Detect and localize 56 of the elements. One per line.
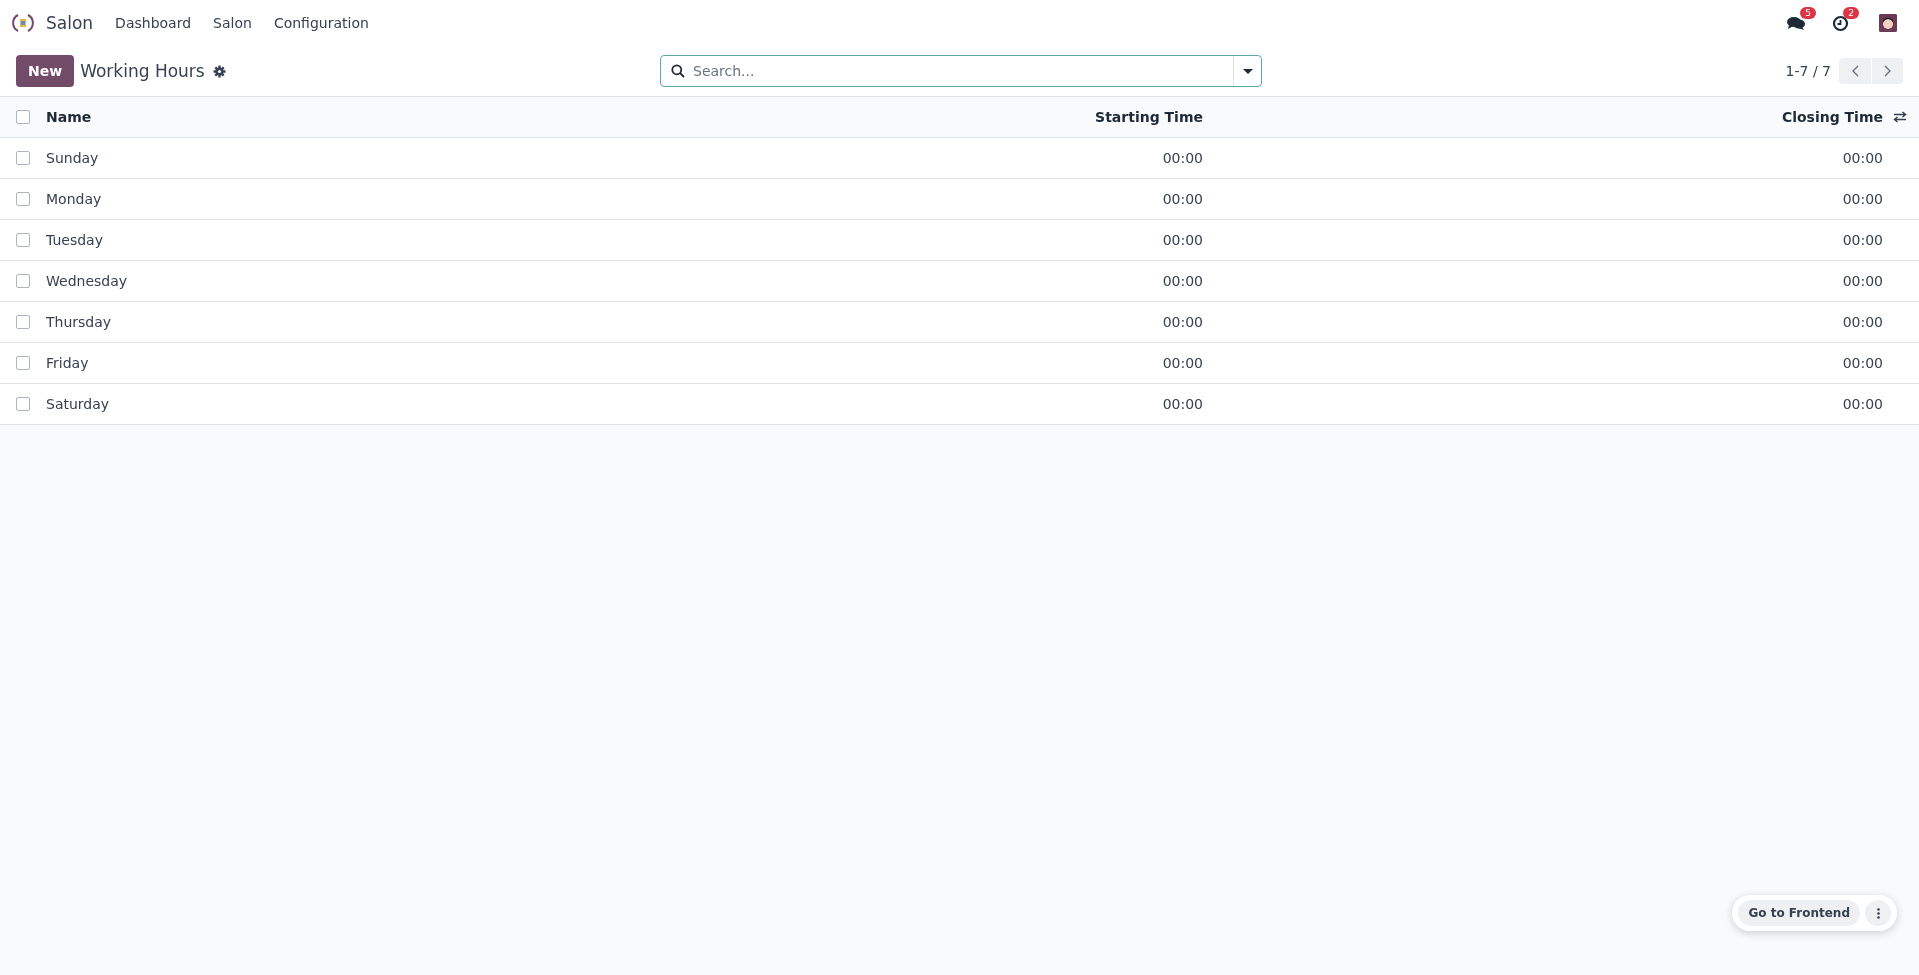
row-checkbox[interactable] xyxy=(16,397,30,411)
row-checkbox[interactable] xyxy=(16,315,30,329)
table-cell-text: 00:00 xyxy=(1841,150,1883,166)
menu-item[interactable]: Salon xyxy=(213,15,252,31)
app-logo-icon[interactable] xyxy=(12,12,34,34)
menu-item[interactable]: Dashboard xyxy=(115,15,192,31)
search-field[interactable]: Search... xyxy=(660,55,1262,87)
table-cell-text: 00:00 xyxy=(1841,191,1883,207)
table-cell-text: 00:00 xyxy=(1841,232,1883,248)
settings-icon[interactable] xyxy=(212,64,226,78)
chat-icon[interactable] xyxy=(1786,15,1806,31)
new-button[interactable]: New xyxy=(16,55,75,87)
column-settings-icon[interactable] xyxy=(1893,111,1907,123)
table-cell-text: 00:00 xyxy=(1161,232,1203,248)
menu-item[interactable]: Configuration xyxy=(273,15,369,31)
table-cell[interactable]: Tuesday xyxy=(46,232,457,248)
table-cell-text: 00:00 xyxy=(1161,396,1203,412)
table-cell[interactable]: Thursday xyxy=(46,314,457,330)
column-header[interactable]: Closing Time xyxy=(1203,109,1883,125)
table-cell-text: 00:00 xyxy=(1161,150,1203,166)
chevron-right-icon xyxy=(1884,65,1891,77)
app-name[interactable]: Salon xyxy=(46,13,94,33)
pager-value[interactable]: 1-7 / 7 xyxy=(1785,63,1831,79)
table-cell[interactable]: Wednesday xyxy=(46,273,457,289)
chevron-left-icon xyxy=(1851,65,1859,77)
caret-icon xyxy=(1242,68,1253,74)
table-cell[interactable]: Monday xyxy=(46,191,457,207)
column-header[interactable]: Starting Time xyxy=(457,109,1203,125)
table-cell-text: 00:00 xyxy=(1161,273,1203,289)
table-cell-text: 00:00 xyxy=(1841,355,1883,371)
table-cell-text: 00:00 xyxy=(1161,191,1203,207)
table-cell[interactable]: Sunday xyxy=(46,150,457,166)
row-checkbox[interactable] xyxy=(16,151,30,165)
column-header[interactable]: Name xyxy=(46,109,457,125)
messages-badge: 5 xyxy=(1800,7,1816,19)
search-input[interactable]: Search... xyxy=(693,57,1233,85)
table-cell[interactable]: Friday xyxy=(46,355,457,371)
row-checkbox[interactable] xyxy=(16,192,30,206)
more-options-button[interactable] xyxy=(1865,900,1891,926)
row-checkbox[interactable] xyxy=(16,233,30,247)
page-title: Working Hours xyxy=(80,61,205,81)
search-icon xyxy=(671,64,685,78)
row-checkbox[interactable] xyxy=(16,274,30,288)
avatar-icon[interactable] xyxy=(1879,14,1897,32)
table-cell-text: 00:00 xyxy=(1841,396,1883,412)
go-to-frontend-button[interactable]: Go to Frontend xyxy=(1738,900,1860,926)
table-cell-text: 00:00 xyxy=(1841,273,1883,289)
table-cell[interactable]: Saturday xyxy=(46,396,457,412)
table-cell-text: 00:00 xyxy=(1161,355,1203,371)
clock-icon[interactable] xyxy=(1832,14,1849,32)
table-cell-text: 00:00 xyxy=(1841,314,1883,330)
vertical-dots-icon xyxy=(1876,907,1880,919)
row-checkbox[interactable] xyxy=(16,356,30,370)
activities-badge: 2 xyxy=(1843,6,1859,19)
table-cell-text: 00:00 xyxy=(1161,314,1203,330)
select-all-checkbox[interactable] xyxy=(16,110,30,124)
